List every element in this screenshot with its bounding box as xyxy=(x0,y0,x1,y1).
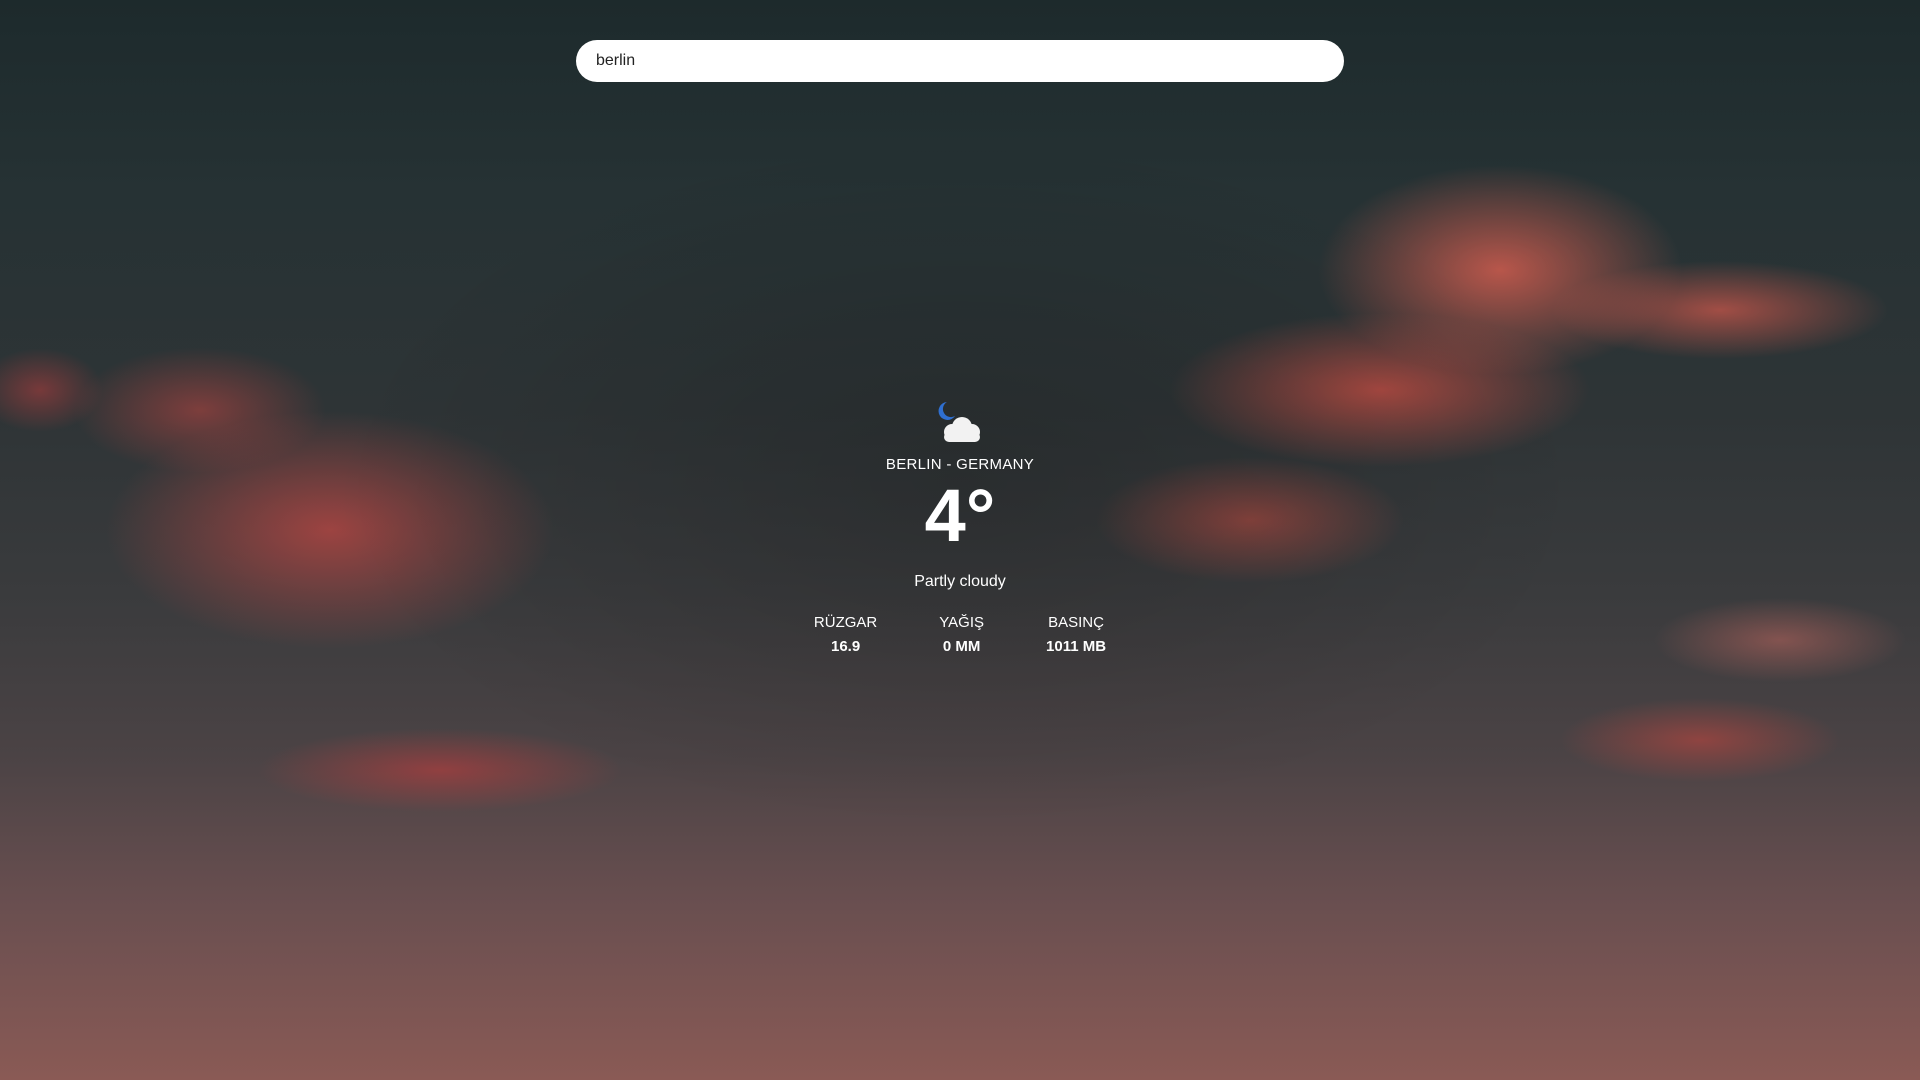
stat-precipitation: YAĞIŞ 0 MM xyxy=(939,614,984,655)
stat-value: 1011 MB xyxy=(1046,638,1107,655)
stat-wind: RÜZGAR 16.9 xyxy=(814,614,877,655)
stat-value: 16.9 xyxy=(830,638,861,655)
temperature: 4° xyxy=(924,474,996,557)
partly-cloudy-night-icon xyxy=(930,396,990,448)
stat-label: YAĞIŞ xyxy=(939,614,985,631)
search-bar xyxy=(576,40,1344,82)
location-label: BERLIN - GERMANY xyxy=(885,456,1035,473)
stat-label: BASINÇ xyxy=(1048,614,1104,631)
weather-app: BERLIN - GERMANY 4° Partly cloudy RÜZGAR… xyxy=(0,0,1920,1080)
condition-label: Partly cloudy xyxy=(914,573,1006,590)
stat-value: 0 MM xyxy=(942,638,981,655)
weather-stats: RÜZGAR 16.9 YAĞIŞ 0 MM BASINÇ 1011 MB xyxy=(710,614,1210,655)
stat-label: RÜZGAR xyxy=(813,614,878,631)
weather-card: BERLIN - GERMANY 4° Partly cloudy RÜZGAR… xyxy=(710,396,1210,655)
search-input[interactable] xyxy=(576,40,1344,82)
stat-pressure: BASINÇ 1011 MB xyxy=(1046,614,1106,655)
